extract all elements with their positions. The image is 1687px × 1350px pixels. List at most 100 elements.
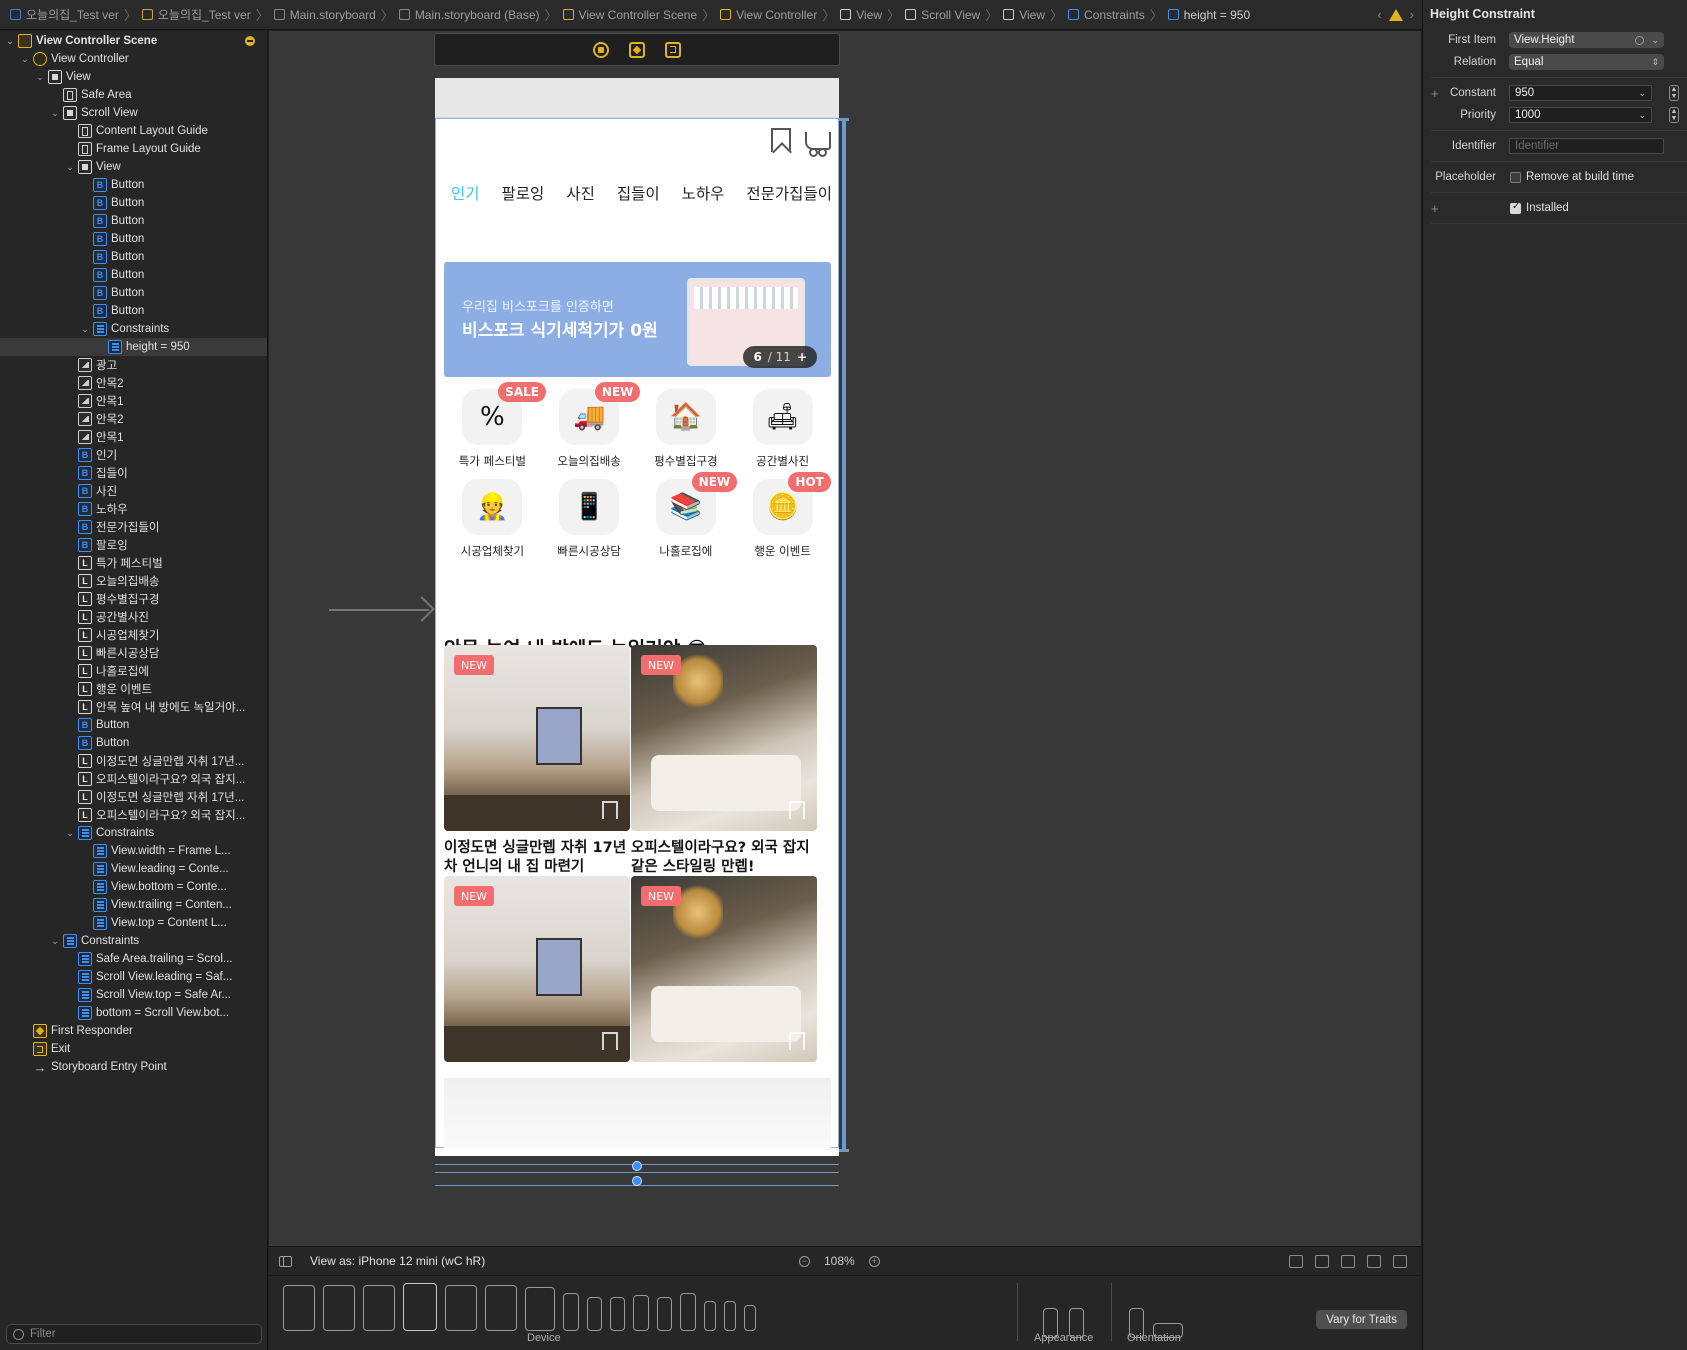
outline-row[interactable]: Frame Layout Guide xyxy=(0,140,267,158)
outline-row[interactable]: Safe Area.trailing = Scrol... xyxy=(0,950,267,968)
outline-row[interactable]: B 인기 xyxy=(0,446,267,464)
breadcrumb-item[interactable]: View xyxy=(1003,8,1045,22)
priority-field[interactable]: 1000 ⌄ xyxy=(1509,107,1652,123)
breadcrumb-item[interactable]: View Controller Scene xyxy=(562,8,697,22)
warning-icon[interactable] xyxy=(1388,8,1403,21)
outline-row[interactable]: View.trailing = Conten... xyxy=(0,896,267,914)
tab-2[interactable]: 사진 xyxy=(566,182,595,204)
outline-row[interactable]: bottom = Scroll View.bot... xyxy=(0,1004,267,1022)
view-controller-dock-icon[interactable] xyxy=(593,41,609,58)
breadcrumb-item[interactable]: Constraints xyxy=(1068,8,1145,22)
constant-field[interactable]: 950 ⌄ xyxy=(1509,85,1652,101)
outline-row[interactable]: View.top = Content L... xyxy=(0,914,267,932)
bookmark-icon[interactable] xyxy=(789,801,805,819)
outline-row[interactable]: 광고 xyxy=(0,356,267,374)
banner-page-indicator[interactable]: 6 / 11 + xyxy=(743,346,817,368)
chevron-down-icon[interactable]: ⌄ xyxy=(1638,110,1646,121)
device-option[interactable] xyxy=(744,1305,756,1331)
scroll-view-resize-handle[interactable] xyxy=(839,118,849,1152)
outline-row[interactable]: B 집들이 xyxy=(0,464,267,482)
breadcrumb-item[interactable]: View Controller xyxy=(720,8,817,22)
outline-row[interactable]: 안목2 xyxy=(0,374,267,392)
bookmark-icon[interactable] xyxy=(771,128,791,152)
remove-at-build-checkbox[interactable] xyxy=(1510,171,1521,183)
device-option[interactable] xyxy=(403,1283,437,1331)
outline-row[interactable]: L 나홀로집에 xyxy=(0,662,267,680)
outline-row[interactable]: L 공간별사진 xyxy=(0,608,267,626)
embed-in-icon[interactable] xyxy=(1393,1255,1407,1268)
chevron-left-icon[interactable]: ‹ xyxy=(1377,7,1381,22)
outline-row[interactable]: Content Layout Guide xyxy=(0,122,267,140)
device-option[interactable] xyxy=(587,1297,602,1331)
outline-row[interactable]: L 시공업체찾기 xyxy=(0,626,267,644)
outline-row[interactable]: ⌄ View xyxy=(0,68,267,86)
disclosure-triangle-icon[interactable]: ⌄ xyxy=(64,162,76,173)
vary-for-traits-button[interactable]: Vary for Traits xyxy=(1316,1310,1407,1329)
device-option[interactable] xyxy=(657,1297,672,1331)
zoom-out-icon[interactable]: − xyxy=(799,1255,810,1267)
outline-row[interactable]: L 특가 페스티벌 xyxy=(0,554,267,572)
identifier-field[interactable]: Identifier xyxy=(1509,138,1664,154)
breadcrumb-item[interactable]: 오늘의집_Test ver xyxy=(141,6,251,23)
outline-row[interactable]: Scroll View.leading = Saf... xyxy=(0,968,267,986)
outline-row[interactable]: B Button xyxy=(0,716,267,734)
device-option[interactable] xyxy=(283,1285,315,1331)
outline-row[interactable]: 안목1 xyxy=(0,392,267,410)
device-option[interactable] xyxy=(610,1297,625,1331)
device-option[interactable] xyxy=(363,1285,395,1331)
first-responder-dock-icon[interactable] xyxy=(629,41,645,58)
breadcrumb-item[interactable]: Scroll View xyxy=(905,8,980,22)
tab-3[interactable]: 집들이 xyxy=(617,182,660,204)
device-option[interactable] xyxy=(680,1293,696,1331)
outline-row[interactable]: L 이정도면 싱글만렙 자취 17년... xyxy=(0,788,267,806)
category-item[interactable]: 🚚 오늘의집배송 NEW xyxy=(541,382,641,469)
outline-row[interactable]: B Button xyxy=(0,302,267,320)
scene-warning-icon[interactable] xyxy=(245,36,255,46)
bookmark-icon[interactable] xyxy=(602,801,618,819)
category-item[interactable]: 🛋 공간별사진 xyxy=(734,389,831,469)
outline-row[interactable]: B 사진 xyxy=(0,482,267,500)
constraint-handle[interactable] xyxy=(632,1161,642,1171)
outline-row[interactable]: View.width = Frame L... xyxy=(0,842,267,860)
tab-0[interactable]: 인기 xyxy=(451,182,480,204)
story-card[interactable]: NEW 이정도면 싱글만렙 자취 17년차 언니의 내 집 마련기 xyxy=(444,645,630,877)
device-option[interactable] xyxy=(633,1295,649,1331)
tab-4[interactable]: 노하우 xyxy=(682,182,725,204)
constant-stepper[interactable]: ▲ ▼ xyxy=(1669,85,1679,101)
relation-popup[interactable]: Equal ⇕ xyxy=(1509,54,1664,70)
outline-row[interactable]: L 평수별집구경 xyxy=(0,590,267,608)
breadcrumb-item[interactable]: Main.storyboard (Base) xyxy=(398,8,540,22)
add-constraints-icon[interactable] xyxy=(1341,1255,1355,1268)
outline-row[interactable]: ⌄ Constraints xyxy=(0,824,267,842)
outline-row[interactable]: B 팔로잉 xyxy=(0,536,267,554)
category-item[interactable]: 📚 나홀로집에 NEW xyxy=(638,472,738,559)
resolve-issues-icon[interactable] xyxy=(1367,1255,1381,1268)
exit-dock-icon[interactable] xyxy=(665,41,681,58)
cart-icon[interactable] xyxy=(805,132,831,157)
breadcrumb-item[interactable]: 오늘의집_Test ver xyxy=(10,6,119,23)
align-icon[interactable] xyxy=(1315,1255,1329,1268)
breadcrumb-item[interactable]: View xyxy=(840,8,882,22)
outline-row[interactable]: ⌄ Constraints xyxy=(0,320,267,338)
outline-row[interactable]: 안목2 xyxy=(0,410,267,428)
outline-row[interactable]: B 노하우 xyxy=(0,500,267,518)
device-option[interactable] xyxy=(525,1287,555,1331)
installed-checkbox[interactable] xyxy=(1510,201,1521,214)
device-option[interactable] xyxy=(563,1293,579,1331)
category-item[interactable]: 👷 시공업체찾기 xyxy=(444,479,541,559)
disclosure-triangle-icon[interactable]: ⌄ xyxy=(79,324,91,335)
outline-row[interactable]: B Button xyxy=(0,176,267,194)
outline-row[interactable]: B Button xyxy=(0,266,267,284)
outline-row[interactable]: L 오늘의집배송 xyxy=(0,572,267,590)
outline-row[interactable]: B Button xyxy=(0,734,267,752)
disclosure-triangle-icon[interactable]: ⌄ xyxy=(64,828,76,839)
disclosure-triangle-icon[interactable]: ⌄ xyxy=(4,36,16,47)
outline-row[interactable]: B Button xyxy=(0,248,267,266)
chevron-right-icon[interactable]: › xyxy=(1410,7,1414,22)
outline-filter-field[interactable]: Filter xyxy=(6,1324,262,1344)
outline-row[interactable]: Exit xyxy=(0,1040,267,1058)
outline-row[interactable]: View.bottom = Conte... xyxy=(0,878,267,896)
promo-banner[interactable]: 우리집 비스포크를 인증하면 비스포크 식기세척기가 0원 6 / 11 + xyxy=(444,262,831,377)
breadcrumb-item[interactable]: Main.storyboard xyxy=(273,8,376,22)
outline-row[interactable]: View.leading = Conte... xyxy=(0,860,267,878)
